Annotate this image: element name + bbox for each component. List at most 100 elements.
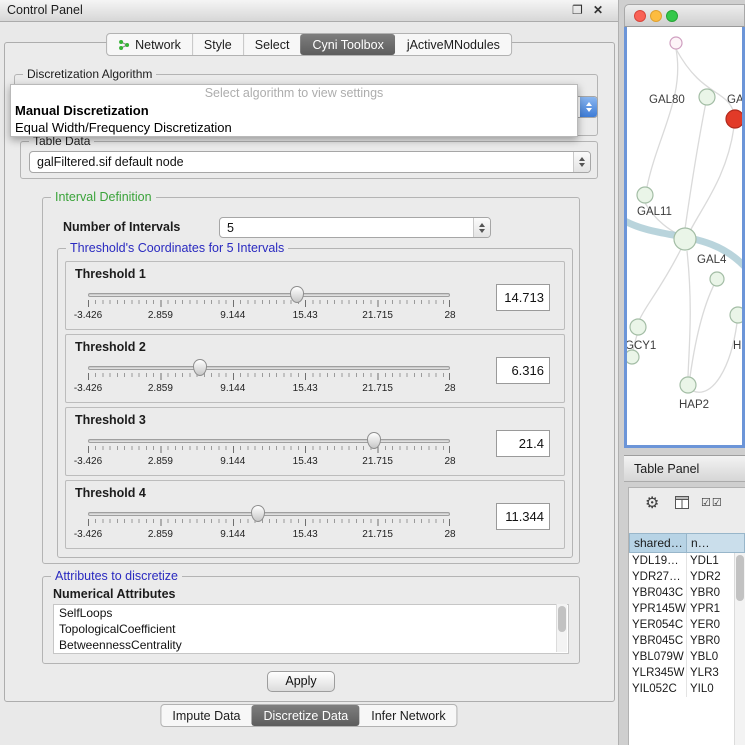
- column-chooser-icon[interactable]: [675, 496, 689, 509]
- threshold-3-value-field[interactable]: 21.4: [496, 430, 550, 457]
- network-window-titlebar[interactable]: [624, 4, 745, 27]
- table-data-combobox[interactable]: galFiltered.sif default node: [29, 151, 591, 173]
- table-toolbar: ⚙ ☑☑: [629, 488, 745, 519]
- scale-tick-label: 15.43: [293, 383, 318, 394]
- table-row[interactable]: YLR345W YLR3: [629, 665, 745, 681]
- threshold-3-slider-ticks: [88, 446, 450, 453]
- attribute-list-item[interactable]: TopologicalCoefficient: [54, 621, 568, 637]
- threshold-2-slider-ticks: [88, 373, 450, 380]
- attribute-list-item[interactable]: SelfLoops: [54, 605, 568, 621]
- scale-tick-label: 2.859: [148, 310, 173, 321]
- scale-tick-label: 21.715: [362, 456, 393, 467]
- select-columns-icon[interactable]: ☑☑: [701, 496, 723, 509]
- table-row[interactable]: YIL052C YIL0: [629, 681, 745, 697]
- number-of-intervals-combobox[interactable]: 5: [219, 217, 491, 238]
- cell-shared-name[interactable]: YDR27…: [629, 569, 687, 585]
- table-row[interactable]: YDR27… YDR2: [629, 569, 745, 585]
- network-canvas[interactable]: GAL80 GA GAL11 GAL4 GCY1 HAP2 H: [624, 27, 745, 448]
- network-node-gal80[interactable]: [699, 89, 715, 105]
- threshold-2-value-field[interactable]: 6.316: [496, 357, 550, 384]
- attribute-list-item[interactable]: BetweennessCentrality: [54, 637, 568, 653]
- network-node-gcy1[interactable]: [630, 319, 646, 335]
- network-edge: [689, 127, 734, 233]
- window-minimize-button[interactable]: [650, 10, 662, 22]
- table-row[interactable]: YBR043C YBR0: [629, 585, 745, 601]
- scale-tick-label: 28: [444, 456, 455, 467]
- table-row[interactable]: YDL19… YDL1: [629, 553, 745, 569]
- cell-shared-name[interactable]: YER054C: [629, 617, 687, 633]
- network-node-gal4[interactable]: [674, 228, 696, 250]
- cell-shared-name[interactable]: YBL079W: [629, 649, 687, 665]
- close-panel-icon[interactable]: ✕: [593, 3, 603, 17]
- threshold-2-label: Threshold 2: [75, 340, 146, 354]
- network-node-label: GAL80: [649, 94, 685, 106]
- network-node-hap2[interactable]: [680, 377, 696, 393]
- tab-discretize-data-label: Discretize Data: [264, 709, 349, 723]
- table-body[interactable]: YDL19… YDL1 YDR27… YDR2 YBR043C YBR0 YPR…: [629, 553, 745, 745]
- tab-select[interactable]: Select: [243, 34, 301, 55]
- cell-shared-name[interactable]: YDL19…: [629, 553, 687, 569]
- numerical-attributes-list[interactable]: SelfLoopsTopologicalCoefficientBetweenne…: [53, 604, 569, 654]
- table-row[interactable]: YBR045C YBR0: [629, 633, 745, 649]
- network-node[interactable]: [730, 307, 742, 323]
- window-close-button[interactable]: [634, 10, 646, 22]
- tab-discretize-data[interactable]: Discretize Data: [252, 705, 360, 726]
- network-node-selected[interactable]: [726, 110, 742, 128]
- dropdown-arrows-icon: [573, 152, 590, 172]
- cell-shared-name[interactable]: YBR045C: [629, 633, 687, 649]
- table-panel-header[interactable]: Table Panel: [624, 455, 745, 482]
- threshold-2-slider[interactable]: -3.4262.8599.14415.4321.71528: [88, 359, 450, 399]
- panel-title: Control Panel: [7, 3, 83, 17]
- tab-jactivemnodules[interactable]: jActiveMNodules: [395, 34, 511, 55]
- threshold-4-value-field[interactable]: 11.344: [496, 503, 550, 530]
- column-header-name[interactable]: n…: [687, 533, 745, 553]
- threshold-1-slider[interactable]: -3.4262.8599.14415.4321.71528: [88, 286, 450, 326]
- table-scrollbar-thumb[interactable]: [736, 555, 744, 601]
- algorithm-placeholder-option[interactable]: Select algorithm to view settings: [11, 85, 577, 102]
- network-node[interactable]: [627, 350, 639, 364]
- scale-tick-label: 28: [444, 383, 455, 394]
- table-header-row: shared… n…: [629, 533, 745, 553]
- threshold-3-panel: Threshold 3 -3.4262.8599.14415.4321.7152…: [65, 407, 565, 476]
- cell-shared-name[interactable]: YBR043C: [629, 585, 687, 601]
- scale-tick-label: 28: [444, 310, 455, 321]
- column-header-shared-name[interactable]: shared…: [629, 533, 687, 553]
- tab-infer-network[interactable]: Infer Network: [359, 705, 456, 726]
- algorithm-dropdown-popup: Select algorithm to view settings Manual…: [10, 84, 578, 137]
- dropdown-arrows-icon: [473, 218, 490, 237]
- tab-style[interactable]: Style: [192, 34, 243, 55]
- cell-shared-name[interactable]: YIL052C: [629, 681, 687, 697]
- threshold-1-slider-track: [88, 293, 450, 297]
- table-row[interactable]: YER054C YER0: [629, 617, 745, 633]
- tab-cyni-toolbox[interactable]: Cyni Toolbox: [300, 34, 394, 55]
- table-scrollbar[interactable]: [734, 553, 745, 745]
- threshold-1-value-field[interactable]: 14.713: [496, 284, 550, 311]
- settings-gear-icon[interactable]: ⚙: [645, 493, 659, 513]
- network-node-gal11[interactable]: [637, 187, 653, 203]
- scale-tick-label: 15.43: [293, 456, 318, 467]
- network-node[interactable]: [710, 272, 724, 286]
- tab-style-label: Style: [204, 38, 232, 52]
- float-panel-icon[interactable]: ❐: [572, 3, 583, 17]
- cell-shared-name[interactable]: YLR345W: [629, 665, 687, 681]
- table-panel-title: Table Panel: [634, 462, 699, 476]
- table-row[interactable]: YBL079W YBL0: [629, 649, 745, 665]
- threshold-4-slider[interactable]: -3.4262.8599.14415.4321.71528: [88, 505, 450, 545]
- apply-button[interactable]: Apply: [267, 671, 335, 692]
- table-row[interactable]: YPR145W YPR1: [629, 601, 745, 617]
- option-manual-discretization[interactable]: Manual Discretization: [11, 102, 577, 119]
- threshold-3-slider[interactable]: -3.4262.8599.14415.4321.71528: [88, 432, 450, 472]
- tab-impute-data[interactable]: Impute Data: [161, 705, 251, 726]
- option-equal-width-frequency[interactable]: Equal Width/Frequency Discretization: [11, 119, 577, 136]
- network-node[interactable]: [670, 37, 682, 49]
- tab-network[interactable]: Network: [107, 34, 192, 55]
- threshold-2-scale-labels: -3.4262.8599.14415.4321.71528: [88, 383, 450, 395]
- threshold-4-slider-ticks: [88, 519, 450, 526]
- cell-shared-name[interactable]: YPR145W: [629, 601, 687, 617]
- attribute-list-scrollbar-thumb[interactable]: [558, 606, 566, 632]
- scale-tick-label: -3.426: [74, 383, 102, 394]
- window-zoom-button[interactable]: [666, 10, 678, 22]
- attribute-list-scrollbar[interactable]: [556, 604, 567, 652]
- network-edge: [687, 251, 690, 377]
- scale-tick-label: -3.426: [74, 456, 102, 467]
